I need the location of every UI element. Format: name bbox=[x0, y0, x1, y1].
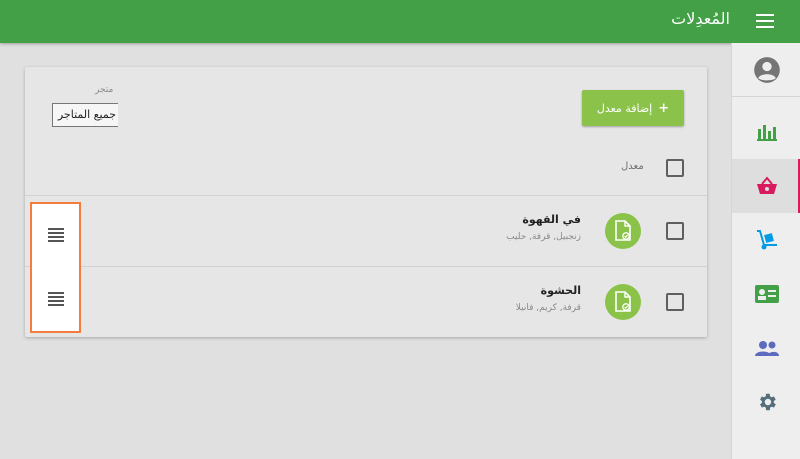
sidebar bbox=[731, 43, 800, 459]
app-bar: المُعدِلات bbox=[0, 0, 800, 43]
account-circle-icon bbox=[753, 56, 780, 83]
sidebar-item-account[interactable] bbox=[732, 43, 800, 97]
column-header-modifier: معدل bbox=[621, 161, 644, 172]
plus-icon: + bbox=[658, 100, 670, 116]
id-card-icon bbox=[754, 285, 779, 303]
people-icon bbox=[754, 341, 779, 356]
store-filter-select[interactable]: جميع المتاجر bbox=[52, 103, 118, 127]
drag-handles-highlight bbox=[30, 202, 81, 333]
modifier-options: زنجبيل, قرفة, حليب bbox=[506, 232, 581, 242]
dolly-icon bbox=[756, 230, 777, 250]
modifier-avatar bbox=[605, 284, 641, 320]
file-check-icon bbox=[615, 220, 631, 241]
store-filter-label: متجر bbox=[95, 85, 114, 95]
reorder-icon bbox=[47, 228, 64, 244]
add-modifier-button[interactable]: + إضافة معدل bbox=[582, 90, 684, 126]
sidebar-item-inventory[interactable] bbox=[732, 213, 800, 267]
reorder-icon bbox=[47, 292, 64, 308]
add-modifier-label: إضافة معدل bbox=[596, 101, 653, 115]
list-item[interactable]: في القهوة زنجبيل, قرفة, حليب bbox=[25, 196, 707, 266]
sidebar-item-settings[interactable] bbox=[732, 375, 800, 429]
modifiers-card: متجر جميع المتاجر + إضافة معدل معدل في ا… bbox=[25, 67, 707, 337]
sidebar-item-employees[interactable] bbox=[732, 321, 800, 375]
page-title: المُعدِلات bbox=[671, 9, 730, 28]
file-check-icon bbox=[615, 291, 631, 312]
modifier-name: الحشوة bbox=[540, 284, 581, 297]
menu-icon[interactable] bbox=[756, 14, 774, 28]
modifier-avatar bbox=[605, 213, 641, 249]
sidebar-item-customers[interactable] bbox=[732, 267, 800, 321]
bar-chart-icon bbox=[756, 125, 777, 141]
modifier-name: في القهوة bbox=[522, 213, 581, 226]
row-checkbox[interactable] bbox=[666, 222, 684, 240]
settings-icon bbox=[759, 393, 776, 411]
list-item[interactable]: الحشوة قرفة, كريم, فانيلا bbox=[25, 267, 707, 337]
drag-handle[interactable] bbox=[32, 204, 79, 268]
sidebar-item-reports[interactable] bbox=[732, 105, 800, 159]
row-checkbox[interactable] bbox=[666, 293, 684, 311]
shopping-basket-icon bbox=[756, 176, 777, 194]
modifier-options: قرفة, كريم, فانيلا bbox=[515, 303, 581, 313]
select-all-checkbox[interactable] bbox=[666, 159, 684, 177]
drag-handle[interactable] bbox=[32, 268, 79, 332]
sidebar-item-products[interactable] bbox=[732, 159, 800, 213]
